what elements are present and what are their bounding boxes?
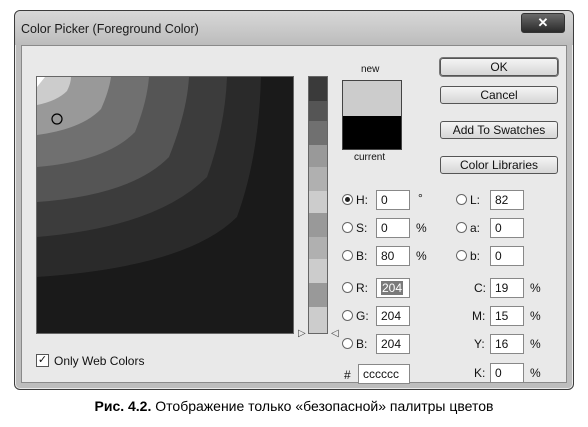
label-m: M: bbox=[472, 309, 486, 323]
input-blue[interactable]: 204 bbox=[376, 334, 410, 354]
input-h[interactable]: 0 bbox=[376, 190, 410, 210]
unit-m: % bbox=[530, 309, 541, 323]
radio-a[interactable] bbox=[456, 222, 467, 233]
input-r-value: 204 bbox=[381, 281, 404, 295]
title-bar: Color Picker (Foreground Color) ✕ bbox=[15, 11, 573, 45]
label-l: L: bbox=[470, 193, 481, 207]
cancel-button[interactable]: Cancel bbox=[440, 86, 558, 104]
radio-lab-b[interactable] bbox=[456, 250, 467, 261]
label-s: S: bbox=[356, 221, 368, 235]
color-libraries-button[interactable]: Color Libraries bbox=[440, 156, 558, 174]
unit-h: ° bbox=[418, 191, 423, 205]
label-c: C: bbox=[474, 281, 486, 295]
slider-left-arrow-icon[interactable]: ▷ bbox=[298, 329, 306, 339]
radio-g[interactable] bbox=[342, 310, 353, 321]
slider-right-arrow-icon[interactable]: ◁ bbox=[331, 329, 339, 339]
figure-caption: Рис. 4.2. Отображение только «безопасной… bbox=[0, 398, 588, 414]
input-l[interactable]: 82 bbox=[490, 190, 524, 210]
input-a[interactable]: 0 bbox=[490, 218, 524, 238]
radio-s[interactable] bbox=[342, 222, 353, 233]
label-b: B: bbox=[356, 249, 368, 263]
label-a: a: bbox=[470, 221, 481, 235]
label-r: R: bbox=[356, 281, 368, 295]
input-b[interactable]: 80 bbox=[376, 246, 410, 266]
radio-l[interactable] bbox=[456, 194, 467, 205]
radio-b[interactable] bbox=[342, 250, 353, 261]
input-s[interactable]: 0 bbox=[376, 218, 410, 238]
label-lab-b: b: bbox=[470, 249, 481, 263]
add-to-swatches-button[interactable]: Add To Swatches bbox=[440, 121, 558, 139]
close-button[interactable]: ✕ bbox=[521, 13, 565, 33]
input-k[interactable]: 0 bbox=[490, 363, 524, 383]
caption-number: Рис. 4.2. bbox=[94, 398, 152, 414]
only-web-colors-label[interactable]: Only Web Colors bbox=[54, 354, 144, 368]
ok-button[interactable]: OK bbox=[440, 58, 558, 76]
input-m[interactable]: 15 bbox=[490, 306, 524, 326]
label-blue: B: bbox=[356, 337, 368, 351]
unit-s: % bbox=[416, 221, 427, 235]
unit-c: % bbox=[530, 281, 541, 295]
current-color-label: current bbox=[354, 152, 386, 163]
color-picker-dialog: Color Picker (Foreground Color) ✕ ▷ ◁ ne… bbox=[14, 10, 574, 390]
new-color-label: new bbox=[361, 64, 380, 75]
label-g: G: bbox=[356, 309, 369, 323]
radio-blue[interactable] bbox=[342, 338, 353, 349]
input-r[interactable]: 204 bbox=[376, 278, 410, 298]
radio-r[interactable] bbox=[342, 282, 353, 293]
caption-text: Отображение только «безопасной» палитры … bbox=[151, 398, 494, 414]
label-y: Y: bbox=[474, 337, 485, 351]
input-lab-b[interactable]: 0 bbox=[490, 246, 524, 266]
current-color-swatch[interactable] bbox=[342, 116, 402, 150]
label-hex: # bbox=[344, 368, 351, 382]
radio-h[interactable] bbox=[342, 194, 353, 205]
input-g[interactable]: 204 bbox=[376, 306, 410, 326]
label-k: K: bbox=[474, 366, 486, 380]
color-field[interactable] bbox=[36, 76, 294, 334]
unit-y: % bbox=[530, 337, 541, 351]
window-title: Color Picker (Foreground Color) bbox=[21, 22, 199, 36]
new-color-swatch bbox=[342, 80, 402, 116]
label-h: H: bbox=[356, 193, 368, 207]
dialog-body: ▷ ◁ new current OK Cancel Add To Swatche… bbox=[21, 45, 567, 384]
color-slider[interactable] bbox=[308, 76, 328, 334]
only-web-colors-checkbox[interactable]: ✓ bbox=[36, 354, 49, 367]
input-hex[interactable]: cccccc bbox=[358, 364, 410, 384]
unit-b: % bbox=[416, 249, 427, 263]
input-y[interactable]: 16 bbox=[490, 334, 524, 354]
unit-k: % bbox=[530, 366, 541, 380]
input-c[interactable]: 19 bbox=[490, 278, 524, 298]
